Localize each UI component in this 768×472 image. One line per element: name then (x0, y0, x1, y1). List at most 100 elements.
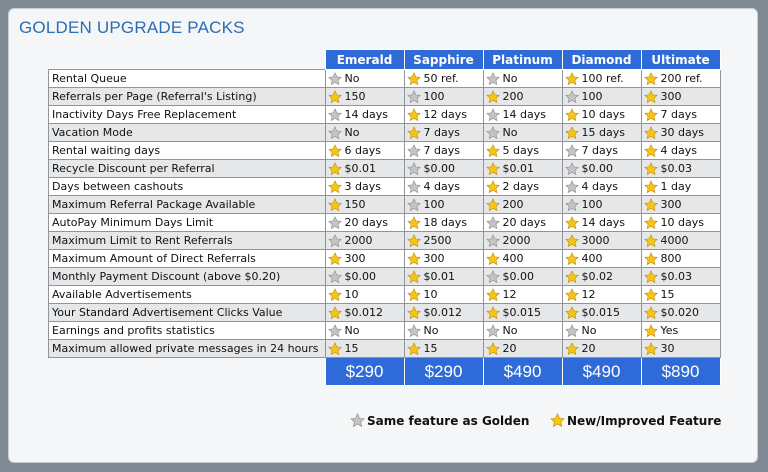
gold-star-icon (643, 143, 658, 157)
pack-header-emerald: Emerald (324, 49, 405, 70)
cell-value: 10 days (581, 108, 625, 121)
cell-value: 100 ref. (581, 72, 624, 85)
cell-value: $0.00 (581, 162, 614, 175)
cell-diamond: 400 (561, 249, 642, 268)
price-ultimate: $890 (640, 357, 721, 386)
gray-star-icon (350, 413, 365, 428)
gray-star-icon (485, 233, 500, 247)
cell-value: No (502, 324, 518, 337)
legend-improved-label: New/Improved Feature (567, 413, 722, 428)
table-row: Monthly Payment Discount (above $0.20) $0… (48, 267, 721, 286)
cell-platinum: No (482, 123, 563, 142)
table-row: Referrals per Page (Referral's Listing) 1… (48, 87, 721, 106)
cell-sapphire: 7 days (403, 123, 484, 142)
gray-star-icon (327, 269, 342, 283)
table-row: Earnings and profits statistics No No No No Y… (48, 321, 721, 340)
cell-platinum: 20 (482, 339, 563, 358)
gold-star-icon (327, 287, 342, 301)
gold-star-icon (327, 197, 342, 211)
table-row: Inactivity Days Free Replacement 14 days 1… (48, 105, 721, 124)
cell-value: $0.00 (344, 270, 377, 283)
cell-value: $0.01 (344, 162, 377, 175)
gray-star-icon (406, 197, 421, 211)
cell-value: 14 days (344, 108, 388, 121)
gold-star-icon (643, 269, 658, 283)
gold-star-icon (564, 305, 579, 319)
gold-star-icon (327, 305, 342, 319)
cell-value: 30 days (660, 126, 704, 139)
cell-value: No (344, 126, 360, 139)
cell-sapphire: 50 ref. (403, 69, 484, 88)
gold-star-icon (564, 233, 579, 247)
cell-sapphire: 12 days (403, 105, 484, 124)
cell-emerald: $0.00 (324, 267, 405, 286)
gold-star-icon (643, 233, 658, 247)
gold-star-icon (327, 161, 342, 175)
legend-improved: New/Improved Feature (550, 413, 721, 428)
gold-star-icon (643, 341, 658, 355)
pack-header-ultimate: Ultimate (640, 49, 721, 70)
gold-star-icon (485, 179, 500, 193)
cell-ultimate: 15 (640, 285, 721, 304)
gray-star-icon (564, 323, 579, 337)
cell-diamond: $0.015 (561, 303, 642, 322)
gold-star-icon (406, 251, 421, 265)
gray-star-icon (327, 323, 342, 337)
feature-label: Monthly Payment Discount (above $0.20) (48, 267, 326, 286)
cell-value: 12 (502, 288, 517, 301)
cell-value: 200 (502, 90, 524, 103)
cell-value: 15 (660, 288, 675, 301)
cell-value: 100 (581, 198, 603, 211)
cell-emerald: 2000 (324, 231, 405, 250)
cell-value: No (344, 324, 360, 337)
cell-value: 4 days (660, 144, 697, 157)
cell-value: $0.00 (423, 162, 456, 175)
gold-star-icon (643, 107, 658, 121)
cell-value: 10 (344, 288, 359, 301)
feature-label: Maximum Amount of Direct Referrals (48, 249, 326, 268)
cell-value: 200 ref. (660, 72, 703, 85)
gold-star-icon (485, 89, 500, 103)
feature-label: Your Standard Advertisement Clicks Value (48, 303, 326, 322)
cell-diamond: 20 (561, 339, 642, 358)
cell-value: Yes (660, 324, 679, 337)
cell-value: 12 (581, 288, 596, 301)
feature-label: Days between cashouts (48, 177, 326, 196)
cell-value: 2500 (423, 234, 452, 247)
feature-label: Vacation Mode (48, 123, 326, 142)
price-sapphire: $290 (403, 357, 484, 386)
gold-star-icon (406, 71, 421, 85)
cell-diamond: $0.00 (561, 159, 642, 178)
gray-star-icon (564, 179, 579, 193)
cell-value: 7 days (581, 144, 618, 157)
gold-star-icon (643, 89, 658, 103)
cell-value: 14 days (581, 216, 625, 229)
gray-star-icon (485, 323, 500, 337)
gold-star-icon (327, 179, 342, 193)
gray-star-icon (564, 89, 579, 103)
cell-diamond: 7 days (561, 141, 642, 160)
cell-emerald: No (324, 321, 405, 340)
cell-platinum: No (482, 321, 563, 340)
table-row: Available Advertisements 10 10 12 12 15 (48, 285, 721, 304)
gray-star-icon (327, 125, 342, 139)
cell-value: 20 (581, 342, 596, 355)
cell-diamond: 3000 (561, 231, 642, 250)
cell-sapphire: 18 days (403, 213, 484, 232)
cell-value: No (502, 72, 518, 85)
gray-star-icon (485, 125, 500, 139)
gold-star-icon (643, 179, 658, 193)
cell-value: 2 days (502, 180, 539, 193)
gray-star-icon (406, 143, 421, 157)
price-emerald: $290 (324, 357, 405, 386)
cell-value: $0.03 (660, 162, 693, 175)
cell-value: 5 days (502, 144, 539, 157)
cell-value: 200 (502, 198, 524, 211)
cell-emerald: 10 (324, 285, 405, 304)
price-row: $290 $290 $490 $490 $890 (49, 357, 721, 386)
cell-diamond: 100 ref. (561, 69, 642, 88)
gold-star-icon (485, 143, 500, 157)
gray-star-icon (327, 233, 342, 247)
cell-sapphire: 7 days (403, 141, 484, 160)
gray-star-icon (327, 107, 342, 121)
